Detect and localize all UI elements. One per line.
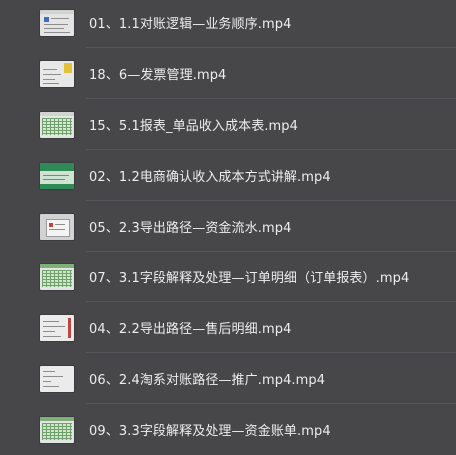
file-name: 04、2.2导出路径—售后明细.mp4 bbox=[89, 322, 292, 337]
video-thumbnail bbox=[40, 263, 74, 290]
file-row[interactable]: 04、2.2导出路径—售后明细.mp4 bbox=[0, 302, 456, 353]
video-thumbnail bbox=[40, 9, 74, 36]
file-name: 05、2.3导出路径—资金流水.mp4 bbox=[89, 221, 292, 236]
file-row[interactable]: 15、5.1报表_单品收入成本表.mp4 bbox=[0, 99, 456, 150]
video-thumbnail bbox=[40, 162, 74, 189]
file-name: 18、6—发票管理.mp4 bbox=[89, 68, 227, 83]
file-name: 09、3.3字段解释及处理—资金账单.mp4 bbox=[89, 424, 331, 439]
video-thumbnail bbox=[40, 111, 74, 138]
file-name: 06、2.4淘系对账路径—推广.mp4.mp4 bbox=[89, 373, 326, 388]
file-list: 01、1.1对账逻辑—业务顺序.mp4 18、6—发票管理.mp4 15、5.1… bbox=[0, 0, 456, 451]
video-thumbnail bbox=[40, 213, 74, 240]
video-thumbnail bbox=[40, 314, 74, 341]
file-name: 07、3.1字段解释及处理—订单明细（订单报表）.mp4 bbox=[89, 271, 410, 286]
file-row[interactable]: 18、6—发票管理.mp4 bbox=[0, 48, 456, 99]
file-name: 02、1.2电商确认收入成本方式讲解.mp4 bbox=[89, 170, 331, 185]
file-row[interactable]: 07、3.1字段解释及处理—订单明细（订单报表）.mp4 bbox=[0, 251, 456, 302]
file-row[interactable]: 01、1.1对账逻辑—业务顺序.mp4 bbox=[0, 0, 456, 48]
file-row[interactable]: 06、2.4淘系对账路径—推广.mp4.mp4 bbox=[0, 353, 456, 404]
file-row[interactable]: 05、2.3导出路径—资金流水.mp4 bbox=[0, 201, 456, 252]
file-name: 15、5.1报表_单品收入成本表.mp4 bbox=[89, 119, 299, 134]
file-row[interactable]: 09、3.3字段解释及处理—资金账单.mp4 bbox=[0, 404, 456, 455]
video-thumbnail bbox=[40, 60, 74, 87]
file-row[interactable]: 02、1.2电商确认收入成本方式讲解.mp4 bbox=[0, 150, 456, 201]
file-name: 01、1.1对账逻辑—业务顺序.mp4 bbox=[89, 17, 292, 32]
video-thumbnail bbox=[40, 365, 74, 392]
video-thumbnail bbox=[40, 416, 74, 443]
